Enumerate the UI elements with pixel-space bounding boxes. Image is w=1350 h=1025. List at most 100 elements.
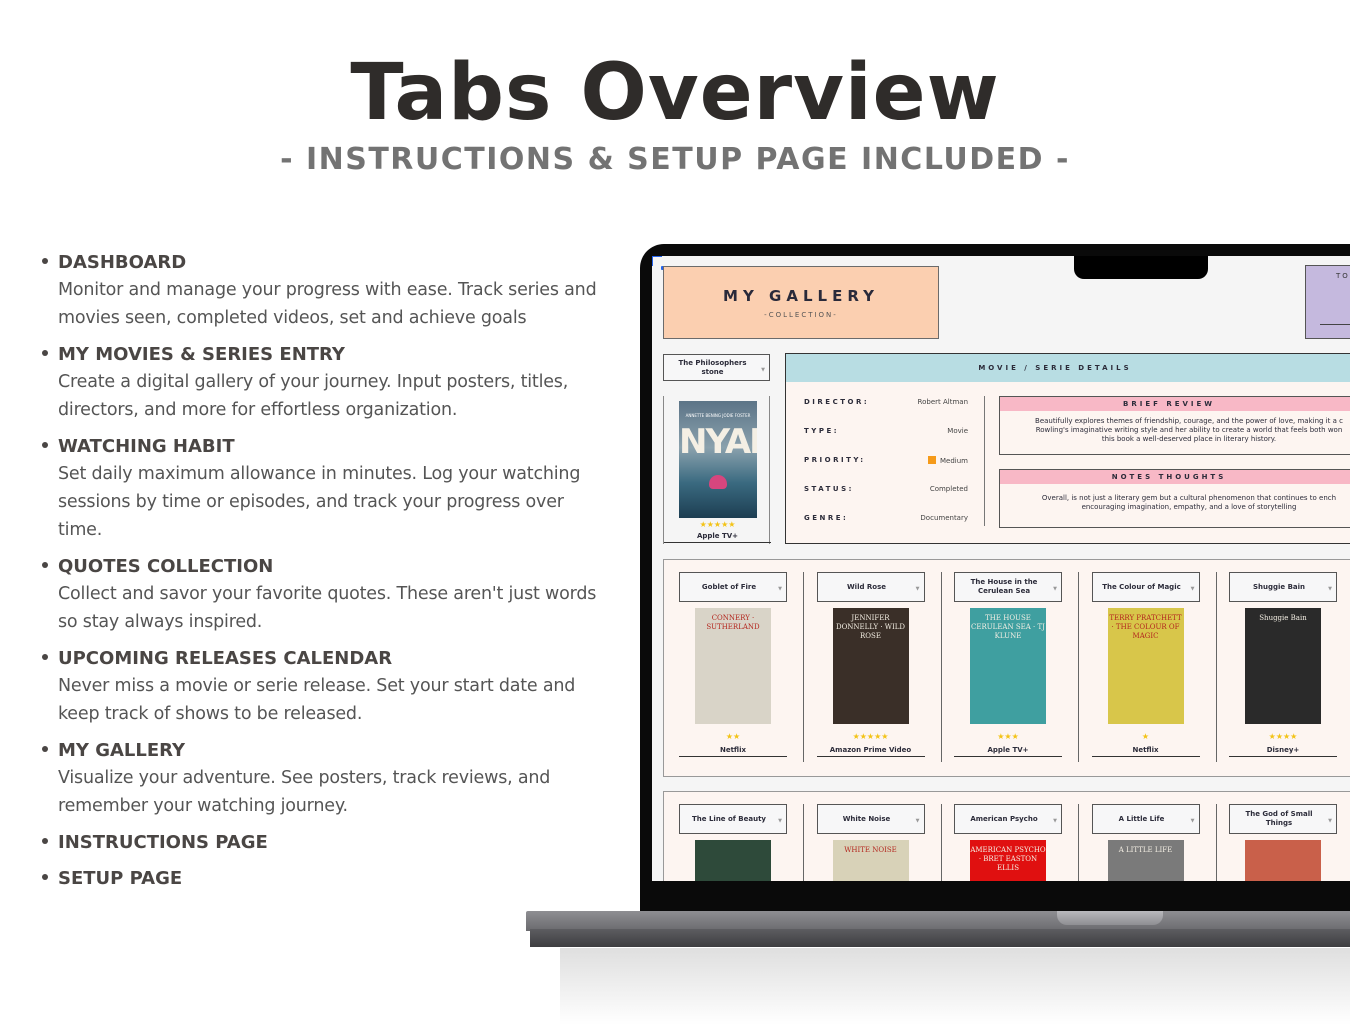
title-dropdown[interactable]: The House in the Cerulean Sea ▼	[954, 572, 1062, 602]
column-divider	[1078, 804, 1079, 881]
rating-stars: ★★★	[997, 732, 1019, 741]
featured-title-dropdown[interactable]: The Philosophers stone ▼	[663, 354, 770, 381]
brief-review-text: Beautifully explores themes of friendshi…	[1000, 411, 1350, 450]
totals-label: TO	[1336, 272, 1350, 280]
chevron-down-icon: ▼	[1328, 586, 1332, 592]
priority-color-icon	[928, 456, 936, 464]
rating-stars: ★★	[725, 732, 741, 741]
feature-title: QUOTES COLLECTION	[58, 556, 274, 577]
chevron-down-icon: ▼	[778, 586, 782, 592]
gallery-title-card: MY GALLERY -COLLECTION-	[663, 266, 939, 339]
column-divider	[803, 572, 804, 762]
poster-image: A LITTLE LIFE	[1107, 840, 1184, 881]
detail-row: GENRE: Documentary	[804, 514, 968, 522]
detail-label: PRIORITY:	[804, 456, 866, 464]
bullet-icon	[42, 654, 48, 660]
title-dropdown[interactable]: The Line of Beauty ▼	[679, 804, 787, 834]
title-dropdown[interactable]: The Colour of Magic ▼	[1091, 572, 1200, 602]
text-line: Overall, is not just a literary gem but …	[1041, 494, 1337, 502]
bullet-icon	[42, 746, 48, 752]
chevron-down-icon: ▼	[761, 366, 765, 373]
poster-text: AMERICAN PSYCHO · BRET EASTON ELLIS	[970, 846, 1046, 872]
dropdown-value: A Little Life	[1118, 814, 1165, 823]
detail-value: Documentary	[920, 514, 968, 522]
title-dropdown[interactable]: Shuggie Bain ▼	[1229, 572, 1337, 602]
gallery-row-1: Goblet of Fire ▼ CONNERY · SUTHERLAND ★★ Net…	[663, 559, 1350, 777]
text-line: encouraging imagination, empathy, and a …	[1081, 503, 1297, 511]
feature-item: WATCHING HABIT Set daily maximum allowanc…	[40, 434, 610, 544]
poster-image: JENNIFER DONNELLY · WILD ROSE	[832, 608, 909, 724]
feature-title: WATCHING HABIT	[58, 436, 235, 457]
text-line: Rowling's imaginative writing style and …	[1035, 426, 1343, 434]
laptop-lid-notch	[1057, 911, 1163, 925]
bullet-icon	[42, 874, 48, 880]
rating-stars: ★	[1141, 732, 1150, 741]
feature-list: DASHBOARD Monitor and manage your progres…	[40, 250, 610, 902]
dropdown-value: Goblet of Fire	[701, 582, 757, 591]
title-dropdown[interactable]: Wild Rose ▼	[816, 572, 925, 602]
poster-text: CONNERY · SUTHERLAND	[706, 614, 760, 631]
camera-notch	[1074, 256, 1208, 279]
feature-description: Create a digital gallery of your journey…	[58, 372, 569, 420]
chevron-down-icon: ▼	[915, 818, 920, 824]
poster-image: TERRY PRATCHETT · THE COLOUR OF MAGIC	[1107, 608, 1184, 724]
title-dropdown[interactable]: The God of Small Things ▼	[1229, 804, 1337, 834]
brief-review-header: BRIEF REVIEW	[1000, 397, 1350, 411]
chevron-down-icon: ▼	[1190, 818, 1195, 824]
selection-cursor	[652, 256, 665, 270]
dropdown-value: The House in the Cerulean Sea	[970, 578, 1038, 595]
detail-label: GENRE:	[804, 514, 849, 522]
title-dropdown[interactable]: White Noise ▼	[816, 804, 925, 834]
dropdown-value: American Psycho	[970, 814, 1038, 823]
poster-title: NYAD	[679, 422, 757, 462]
poster-image: THE HOUSE CERULEAN SEA · TJ KLUNE	[970, 608, 1046, 724]
title-dropdown[interactable]: Goblet of Fire ▼	[679, 572, 787, 602]
detail-value-text: Completed	[929, 485, 968, 493]
poster-tagline: ANNETTE BENING JODIE FOSTER	[685, 413, 751, 418]
detail-label: DIRECTOR:	[804, 398, 870, 406]
featured-card: ANNETTE BENING JODIE FOSTER NYAD ★★★★★ A…	[663, 396, 771, 544]
bullet-icon	[42, 350, 48, 356]
detail-value: Medium	[928, 456, 968, 465]
chevron-down-icon: ▼	[1053, 818, 1057, 824]
notes-header: NOTES THOUGHTS	[1000, 470, 1350, 484]
column-divider	[940, 804, 942, 881]
featured-poster: ANNETTE BENING JODIE FOSTER NYAD	[679, 401, 757, 518]
page-subtitle: - INSTRUCTIONS & SETUP PAGE INCLUDED -	[280, 142, 1070, 177]
detail-value: Robert Altman	[918, 398, 968, 406]
poster-text: JENNIFER DONNELLY · WILD ROSE	[835, 614, 906, 640]
platform-label: Netflix	[1091, 746, 1200, 757]
detail-label: STATUS:	[804, 485, 854, 493]
platform-label: Disney+	[1229, 746, 1337, 757]
detail-row: STATUS: Completed	[804, 485, 968, 493]
dropdown-value: Wild Rose	[846, 582, 887, 591]
detail-value-text: Medium	[940, 457, 968, 465]
title-dropdown[interactable]: A Little Life ▼	[1091, 804, 1200, 834]
poster-text: WHITE NOISE	[844, 846, 897, 854]
feature-title: SETUP PAGE	[58, 868, 183, 889]
feature-item: MY GALLERY Visualize your adventure. See …	[40, 738, 610, 820]
rating-stars: ★★★★★	[852, 732, 889, 741]
detail-value: Movie	[947, 427, 968, 435]
platform-label: Netflix	[679, 746, 787, 757]
poster-image: Shuggie Bain	[1245, 608, 1321, 724]
title-dropdown[interactable]: American Psycho ▼	[954, 804, 1062, 834]
totals-card: TO	[1305, 265, 1350, 339]
dropdown-value: The God of Small Things	[1245, 810, 1313, 827]
feature-title: DASHBOARD	[58, 252, 187, 273]
feature-item: UPCOMING RELEASES CALENDAR Never miss a m…	[40, 646, 610, 728]
notes-box: NOTES THOUGHTS Overall, is not just a li…	[999, 469, 1350, 528]
text-line: this book a well-deserved place in liter…	[1101, 435, 1277, 443]
rating-stars: ★★★★	[1268, 732, 1298, 741]
column-divider	[940, 572, 942, 762]
feature-item: INSTRUCTIONS PAGE	[40, 830, 610, 856]
feature-item: QUOTES COLLECTION Collect and savor your …	[40, 554, 610, 636]
feature-title: UPCOMING RELEASES CALENDAR	[58, 648, 393, 669]
page-title: Tabs Overview	[350, 48, 1000, 138]
poster-text: TERRY PRATCHETT · THE COLOUR OF MAGIC	[1109, 614, 1182, 640]
poster-image: AMERICAN PSYCHO · BRET EASTON ELLIS	[970, 840, 1046, 881]
poster-image: WHITE NOISE	[832, 840, 909, 881]
chevron-down-icon: ▼	[1053, 586, 1057, 592]
platform-label: Apple TV+	[954, 746, 1062, 757]
featured-title-value: The Philosophers stone	[678, 358, 747, 376]
